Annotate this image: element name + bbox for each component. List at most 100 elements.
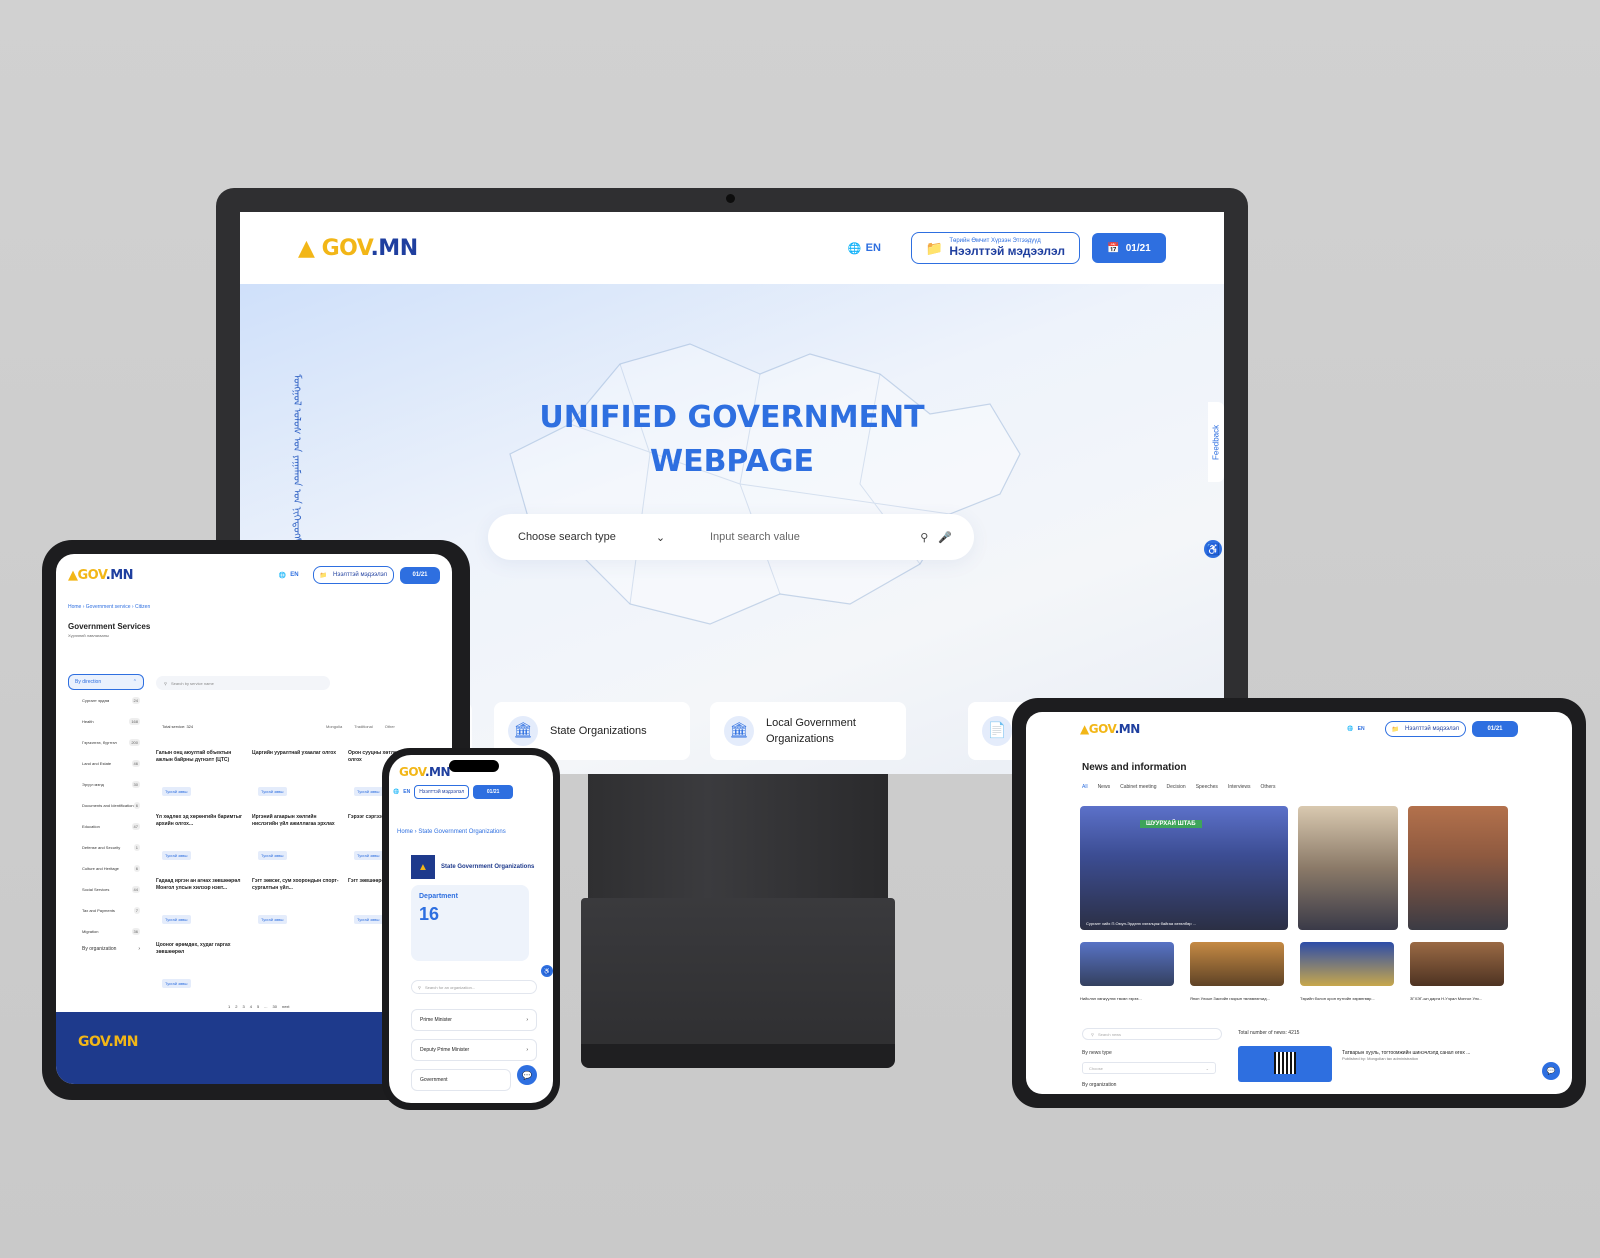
list-item-deputy-prime-minister[interactable]: Deputy Prime Minister › bbox=[411, 1039, 537, 1061]
sidebar-item[interactable]: Tax and Payments 7 bbox=[68, 900, 144, 921]
filter-option[interactable]: Other bbox=[385, 724, 395, 729]
news-type-select[interactable]: Choose ⌄ bbox=[1082, 1062, 1216, 1074]
page-link[interactable]: 2 bbox=[235, 1004, 237, 1009]
breadcrumb[interactable]: Home › Government service › Citizen bbox=[56, 596, 452, 610]
sidebar-item[interactable]: Гэрчилгээ, бүртгэл 200 bbox=[68, 732, 144, 753]
news-photo-small[interactable] bbox=[1080, 942, 1174, 986]
news-photo[interactable] bbox=[1298, 806, 1398, 930]
gov-logo[interactable]: ▲GOV.MN bbox=[1080, 722, 1140, 736]
tab-others[interactable]: Others bbox=[1260, 784, 1275, 790]
chat-icon[interactable]: 💬 bbox=[1542, 1062, 1560, 1080]
calendar-button[interactable]: 01/21 bbox=[1472, 721, 1518, 737]
list-item-prime-minister[interactable]: Prime Minister › bbox=[411, 1009, 537, 1031]
by-news-type-label: By news type bbox=[1082, 1050, 1112, 1056]
sidebar-item[interactable]: Эрүүл мэнд 30 bbox=[68, 774, 144, 795]
service-card[interactable]: Үл хөдлөх эд хөрөнгийн баримтыг архийн о… bbox=[156, 814, 244, 868]
service-card[interactable]: Иргэний агаарын хөлгийн нислэгийн үйл аж… bbox=[252, 814, 340, 868]
news-headline[interactable]: Татварын хууль, тогтоомжийн шинэчлэлд са… bbox=[1342, 1050, 1512, 1062]
language-switch[interactable]: 🌐 EN bbox=[848, 242, 881, 255]
tab-speeches[interactable]: Speeches bbox=[1196, 784, 1218, 790]
page-link[interactable]: 30 bbox=[273, 1004, 277, 1009]
calendar-button[interactable]: 01/21 bbox=[473, 785, 514, 799]
camera-dot bbox=[726, 194, 735, 203]
filter-option[interactable]: Traditional bbox=[354, 724, 373, 729]
document-icon: 📄 bbox=[982, 716, 1012, 746]
service-card[interactable]: Царгийн ууралтнай ухаалаг олгох Тусгай зө… bbox=[252, 750, 340, 804]
page-link[interactable]: 5 bbox=[257, 1004, 259, 1009]
open-info-button[interactable]: 📁 Нээлттэй мэдээлэл bbox=[1384, 721, 1466, 737]
department-card[interactable]: Department 16 bbox=[411, 885, 529, 961]
sidebar-item[interactable]: Documents and Identification 6 bbox=[68, 795, 144, 816]
soyombo-icon: ▲ bbox=[68, 567, 78, 583]
sidebar-item[interactable]: Migration 36 bbox=[68, 921, 144, 942]
folder-icon: 📁 bbox=[319, 572, 328, 579]
filter-sidebar: By direction ⌃ Сургалт эрдэм 24 Health 168 … bbox=[68, 674, 144, 952]
next-page-link[interactable]: next bbox=[282, 1004, 290, 1009]
accessibility-icon[interactable]: ♿ bbox=[541, 965, 553, 977]
page-link[interactable]: 1 bbox=[228, 1004, 230, 1009]
globe-icon: 🌐 bbox=[393, 789, 400, 795]
calendar-button[interactable]: 📅 01/21 bbox=[1092, 233, 1166, 263]
service-card[interactable]: Галын онц аюултай объектын ажлын байрны … bbox=[156, 750, 244, 804]
service-card[interactable]: Цооног өрөмдөх, худаг гаргах зөвшөөрөл Ту… bbox=[156, 942, 244, 996]
news-thumbnail[interactable] bbox=[1238, 1046, 1332, 1082]
total-news: Total number of news: 4215 bbox=[1238, 1030, 1300, 1036]
by-direction-toggle[interactable]: By direction ⌃ bbox=[68, 674, 144, 690]
open-info-button[interactable]: Нээлттэй мэдээлэл bbox=[414, 785, 470, 799]
tab-all[interactable]: All bbox=[1082, 784, 1088, 790]
tablet-right-screen: ▲GOV.MN 🌐 EN 📁 Нээлттэй мэдээлэл 01/21 New… bbox=[1026, 712, 1572, 1094]
language-switch[interactable]: 🌐 EN bbox=[1347, 726, 1364, 732]
news-photo-small[interactable] bbox=[1410, 942, 1504, 986]
open-info-button[interactable]: 📁 Нээлттэй мэдээлэл bbox=[312, 566, 394, 584]
page-link[interactable]: 3 bbox=[242, 1004, 244, 1009]
gov-logo[interactable]: GOV.MN bbox=[399, 765, 451, 779]
sidebar-item[interactable]: Culture and Heritage 6 bbox=[68, 858, 144, 879]
language-switch[interactable]: 🌐 EN bbox=[393, 789, 410, 795]
local-government-card[interactable]: 🏛 Local Government Organizations bbox=[710, 702, 906, 760]
news-photo-small[interactable] bbox=[1190, 942, 1284, 986]
tab-cabinet-meeting[interactable]: Cabinet meeting bbox=[1120, 784, 1156, 790]
microphone-icon[interactable]: 🎤 bbox=[938, 531, 952, 544]
search-icon: ⚲ bbox=[1091, 1031, 1094, 1037]
footer-logo[interactable]: GOV.MN bbox=[78, 1034, 430, 1050]
feedback-tab[interactable]: Feedback bbox=[1208, 402, 1224, 482]
service-card[interactable]: Гадаад иргэн ан агнах зөвшөөрөл Монгол у… bbox=[156, 878, 244, 932]
chevron-down-icon: ⌄ bbox=[1205, 1065, 1209, 1071]
news-photo[interactable] bbox=[1408, 806, 1508, 930]
org-search-input[interactable]: ⚲ Search for an organization... bbox=[411, 980, 537, 994]
filter-option[interactable]: Mongolia bbox=[326, 724, 342, 729]
language-switch[interactable]: 🌐 EN bbox=[279, 572, 299, 579]
tab-interviews[interactable]: Interviews bbox=[1228, 784, 1251, 790]
tab-news[interactable]: News bbox=[1098, 784, 1111, 790]
sidebar-item[interactable]: Land and Estate 46 bbox=[68, 753, 144, 774]
tab-decision[interactable]: Decision bbox=[1167, 784, 1186, 790]
org-heading: ▲ State Government Organizations bbox=[411, 855, 534, 879]
featured-news-photo[interactable]: ШУУРХАЙ ШТАБ Сургалт хийх П.Оюун-Эрдэнэ … bbox=[1080, 806, 1288, 930]
list-item-government[interactable]: Government bbox=[411, 1069, 511, 1091]
gov-logo[interactable]: ▲ GOV.MN bbox=[298, 236, 418, 261]
sidebar-item[interactable]: Defense and Security 1 bbox=[68, 837, 144, 858]
desktop-header: ▲ GOV.MN 🌐 EN 📁 Төрийн Өмчит Хүрээн Этгэ… bbox=[240, 212, 1224, 284]
sidebar-item[interactable]: Education 47 bbox=[68, 816, 144, 837]
accessibility-icon[interactable]: ♿ bbox=[1204, 540, 1222, 558]
search-icon[interactable]: ⚲ bbox=[920, 531, 928, 544]
by-organization-toggle[interactable]: By organization › bbox=[68, 942, 144, 952]
service-search-input[interactable]: ⚲ Search by service name bbox=[156, 676, 330, 690]
open-info-button[interactable]: 📁 Төрийн Өмчит Хүрээн Этгээдүүд Нээлттэй… bbox=[910, 232, 1080, 264]
calendar-button[interactable]: 01/21 bbox=[400, 566, 440, 584]
news-photo-small[interactable] bbox=[1300, 942, 1394, 986]
sidebar-item[interactable]: Сургалт эрдэм 24 bbox=[68, 690, 144, 711]
folder-icon: 📁 bbox=[925, 239, 944, 256]
search-type-select[interactable]: Choose search type ⌄ bbox=[518, 531, 688, 544]
page-link[interactable]: 4 bbox=[250, 1004, 252, 1009]
breadcrumb[interactable]: Home › State Government Organizations bbox=[397, 829, 506, 835]
globe-icon: 🌐 bbox=[278, 572, 287, 579]
service-card[interactable]: Гэгт зөвсөг, сум хоорондын спорт-сургалт… bbox=[252, 878, 340, 932]
sidebar-item[interactable]: Social Services 44 bbox=[68, 879, 144, 900]
folder-icon: 📁 bbox=[1391, 726, 1400, 733]
news-search-input[interactable]: ⚲ Search news bbox=[1082, 1028, 1222, 1040]
search-input[interactable]: Input search value bbox=[710, 531, 920, 543]
gov-logo[interactable]: ▲GOV.MN bbox=[68, 567, 134, 583]
sidebar-item[interactable]: Health 168 bbox=[68, 711, 144, 732]
chat-icon[interactable]: 💬 bbox=[517, 1065, 537, 1085]
